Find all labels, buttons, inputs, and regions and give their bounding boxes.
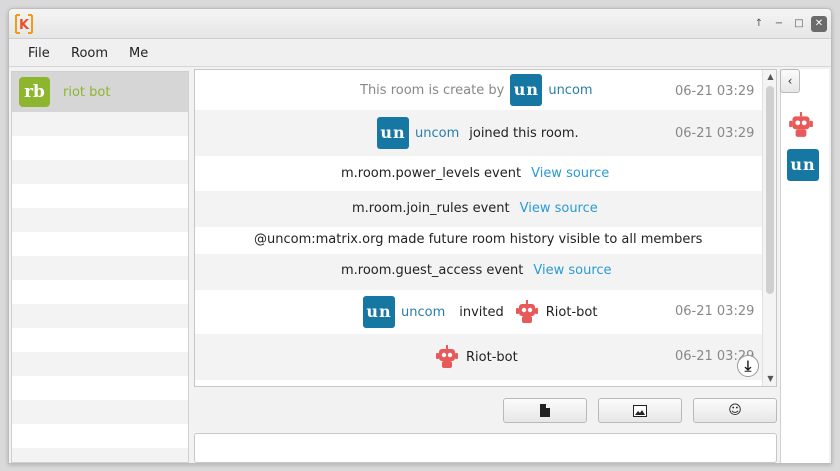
- file-icon: [540, 404, 550, 417]
- event-text: This room is create by: [360, 82, 505, 98]
- emoji-icon: ☺: [728, 403, 742, 418]
- attach-file-button[interactable]: [503, 398, 587, 423]
- timeline-event: m.room.join_rules event View source: [195, 191, 762, 227]
- room-avatar: rb: [19, 77, 50, 107]
- attach-image-button[interactable]: [598, 398, 682, 423]
- menu-room[interactable]: Room: [71, 46, 108, 61]
- menu-me[interactable]: Me: [129, 46, 148, 61]
- message-timeline[interactable]: This room is create by un uncom 06-21 03…: [194, 69, 777, 387]
- timeline-event: Riot-bot 06-21 03:29: [195, 334, 762, 380]
- view-source-link[interactable]: View source: [520, 201, 598, 216]
- shade-button[interactable]: ↑: [751, 16, 767, 32]
- maximize-button[interactable]: □: [791, 16, 807, 32]
- timeline-event: @uncom:matrix.org made future room histo…: [195, 227, 762, 254]
- emoji-button[interactable]: ☺: [693, 398, 777, 423]
- view-source-link[interactable]: View source: [533, 263, 611, 278]
- robot-avatar-icon[interactable]: [434, 344, 460, 370]
- timeline-event: un uncom invited Riot-bot 06-21 03:29: [195, 290, 762, 334]
- image-icon: [633, 404, 647, 417]
- timeline-event: This room is create by un uncom 06-21 03…: [195, 70, 762, 110]
- event-text: joined this room.: [469, 125, 579, 141]
- jump-to-bottom-button[interactable]: ⤓: [737, 355, 759, 377]
- user-avatar[interactable]: un: [363, 296, 395, 328]
- event-time: 06-21 03:29: [675, 84, 755, 99]
- user-name[interactable]: uncom: [548, 83, 592, 98]
- app-logo-icon: K: [15, 14, 33, 34]
- user-name[interactable]: uncom: [415, 126, 459, 141]
- message-input[interactable]: [194, 433, 777, 463]
- event-text: m.room.guest_access event: [341, 263, 524, 278]
- user-avatar[interactable]: un: [377, 117, 409, 149]
- user-avatar[interactable]: un: [510, 74, 543, 106]
- member-avatar[interactable]: un: [787, 149, 819, 181]
- scroll-up-icon[interactable]: ▲: [763, 72, 776, 81]
- scroll-down-icon[interactable]: ▼: [763, 374, 776, 383]
- close-button[interactable]: ✕: [811, 16, 827, 32]
- timeline-event: un uncom joined this room. 06-21 03:29: [195, 110, 762, 156]
- event-time: 06-21 03:29: [675, 126, 755, 141]
- collapse-members-button[interactable]: ‹: [780, 69, 800, 93]
- timeline-event: m.room.power_levels event View source: [195, 156, 762, 191]
- svg-text:K: K: [19, 18, 30, 33]
- room-list-item[interactable]: rb riot bot: [12, 72, 188, 112]
- event-text: @uncom:matrix.org made future room histo…: [254, 232, 703, 247]
- view-source-link[interactable]: View source: [531, 166, 609, 181]
- robot-avatar-icon[interactable]: [514, 299, 540, 325]
- event-text: m.room.power_levels event: [341, 166, 522, 181]
- room-name: riot bot: [63, 85, 111, 100]
- timeline-scrollbar[interactable]: ▲ ▼: [762, 70, 776, 386]
- user-name[interactable]: Riot-bot: [466, 350, 518, 365]
- minimize-button[interactable]: −: [771, 16, 787, 32]
- app-window: K ↑ − □ ✕ File Room Me rb riot bot This …: [8, 8, 832, 464]
- user-name[interactable]: Riot-bot: [546, 305, 598, 320]
- menu-file[interactable]: File: [28, 46, 50, 61]
- menu-bar: File Room Me: [9, 40, 831, 67]
- scrollbar-thumb[interactable]: [766, 86, 774, 294]
- event-text: m.room.join_rules event: [352, 201, 510, 216]
- room-list: rb riot bot: [11, 71, 189, 463]
- event-text: invited: [459, 304, 504, 320]
- robot-avatar-icon[interactable]: [787, 111, 815, 139]
- title-bar: K ↑ − □ ✕: [9, 9, 831, 39]
- event-time: 06-21 03:29: [675, 304, 755, 319]
- user-name[interactable]: uncom: [401, 305, 445, 320]
- timeline-event: m.room.guest_access event View source: [195, 254, 762, 290]
